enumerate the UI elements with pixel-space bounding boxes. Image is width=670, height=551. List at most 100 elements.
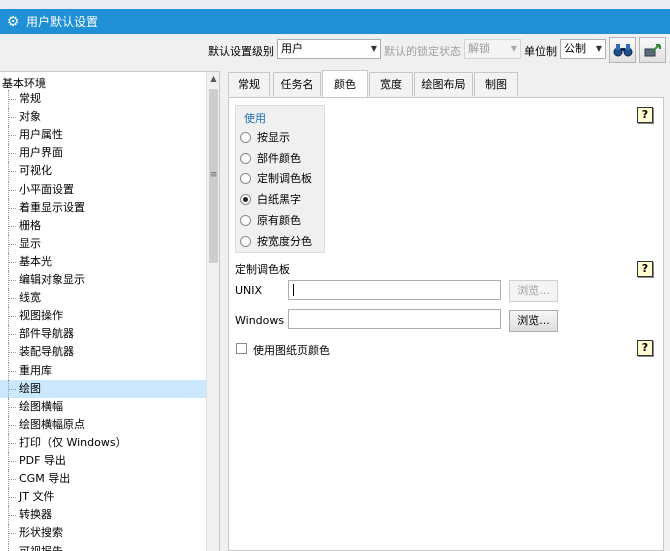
scroll-up-arrow-icon[interactable]: ▲	[207, 74, 219, 83]
chevron-down-icon: ▼	[510, 44, 517, 53]
help-icon[interactable]: ?	[637, 261, 653, 277]
tree-item-label: CGM 导出	[19, 472, 71, 486]
tree-item[interactable]: 绘图	[0, 379, 206, 398]
unit-system-select[interactable]: 公制 ▼	[560, 39, 606, 59]
unix-palette-field[interactable]	[288, 280, 501, 300]
tree-item[interactable]: 着重显示设置	[0, 198, 206, 217]
color-settings-panel: 使用 按显示 部件颜色 定制调色板 白纸黑字 原有颜色 按宽度分色 ? 定制调色…	[228, 97, 664, 551]
lock-state-select: 解锁 ▼	[464, 39, 521, 59]
tree-item-label: 栅格	[19, 218, 41, 232]
category-tree[interactable]: 基本环境 常规对象用户属性用户界面 可视化小平面设置着重显示设置 栅格显示基本光 编辑…	[0, 71, 220, 551]
tree-item[interactable]: 对象	[0, 108, 206, 127]
tree-item[interactable]: 常规	[0, 90, 206, 108]
tree-item[interactable]: 转换器	[0, 506, 206, 525]
help-icon[interactable]: ?	[637, 107, 653, 123]
tree-branch-line	[8, 261, 16, 263]
unix-browse-button: 浏览...	[509, 280, 558, 302]
tree-item[interactable]: 基本光	[0, 252, 206, 271]
help-icon[interactable]: ?	[637, 340, 653, 356]
tree-branch-line	[8, 243, 16, 245]
unix-label: UNIX	[235, 284, 263, 297]
tree-root-basic-environment[interactable]: 基本环境	[2, 75, 46, 91]
settings-toolbar: 默认设置级别 用户 ▼ 默认的锁定状态 解锁 ▼ 单位制 公制 ▼	[0, 34, 670, 68]
chevron-down-icon: ▼	[595, 44, 602, 53]
tree-item[interactable]: 栅格	[0, 216, 206, 235]
chevron-down-icon: ▼	[370, 44, 377, 53]
export-arrow-icon	[644, 44, 661, 57]
radio-circle	[240, 235, 251, 247]
tree-item-label: 形状搜索	[19, 526, 63, 540]
tree-branch-line	[8, 207, 16, 209]
tree-branch-line	[8, 515, 16, 517]
tree-branch-line	[8, 171, 16, 173]
tree-item[interactable]: 绘图横幅原点	[0, 415, 206, 434]
tab-task-name[interactable]: 任务名	[273, 72, 321, 96]
radio-label: 部件颜色	[257, 152, 301, 165]
tree-item[interactable]: 用户属性	[0, 126, 206, 145]
tree-item[interactable]: 视图操作	[0, 307, 206, 326]
radio-by-display[interactable]: 按显示	[240, 129, 290, 145]
tree-item-label: 常规	[19, 92, 41, 105]
tree-item[interactable]: CGM 导出	[0, 470, 206, 489]
radio-original-color[interactable]: 原有颜色	[240, 212, 301, 228]
tree-item[interactable]: 可视报告	[0, 542, 206, 551]
settings-level-select[interactable]: 用户 ▼	[277, 39, 381, 59]
tab-drawing-layout[interactable]: 绘图布局	[414, 72, 473, 96]
tree-item-label: 显示	[19, 236, 41, 250]
use-sheet-color-label[interactable]: 使用图纸页颜色	[253, 342, 330, 358]
tree-item[interactable]: 小平面设置	[0, 180, 206, 199]
radio-part-color[interactable]: 部件颜色	[240, 150, 301, 166]
tree-scrollbar[interactable]: ▲ ≡	[206, 72, 219, 551]
radio-by-width[interactable]: 按宽度分色	[240, 233, 312, 249]
tree-branch-line	[8, 298, 16, 300]
find-default-button[interactable]	[609, 37, 636, 63]
tree-item[interactable]: PDF 导出	[0, 452, 206, 470]
tree-item[interactable]: 可视化	[0, 162, 206, 181]
tree-branch-line	[8, 424, 16, 426]
tree-item-label: 打印（仅 Windows）	[19, 435, 127, 449]
use-sheet-color-checkbox[interactable]	[236, 343, 247, 354]
manage-defaults-button[interactable]	[639, 37, 666, 63]
tree-item-label: 用户属性	[19, 128, 63, 142]
radio-label: 按宽度分色	[257, 235, 312, 248]
tree-item-label: 小平面设置	[19, 182, 74, 196]
tree-item-label: 部件导航器	[19, 327, 74, 341]
unit-system-value: 公制	[564, 42, 586, 55]
tab-drafting[interactable]: 制图	[474, 72, 518, 96]
radio-circle-selected	[240, 193, 251, 205]
tab-general[interactable]: 常规	[228, 72, 270, 96]
tree-branch-line	[8, 352, 16, 354]
radio-circle	[240, 172, 251, 184]
tree-item[interactable]: 重用库	[0, 361, 206, 380]
radio-custom-palette[interactable]: 定制调色板	[240, 170, 312, 186]
dialog-title: 用户默认设置	[26, 15, 99, 29]
tree-item-label: PDF 导出	[19, 454, 66, 467]
tree-item[interactable]: 编辑对象显示	[0, 271, 206, 289]
tree-item-label: 绘图	[19, 381, 41, 395]
radio-circle	[240, 152, 251, 164]
tree-item[interactable]: 线宽	[0, 289, 206, 308]
settings-level-label: 默认设置级别	[208, 45, 274, 58]
tree-item[interactable]: 部件导航器	[0, 325, 206, 344]
tree-item[interactable]: 用户界面	[0, 144, 206, 163]
tree-item[interactable]: 打印（仅 Windows）	[0, 433, 206, 452]
tree-item[interactable]: 形状搜索	[0, 524, 206, 543]
tree-item[interactable]: JT 文件	[0, 488, 206, 507]
radio-black-on-white[interactable]: 白纸黑字	[240, 191, 301, 207]
tree-item[interactable]: 装配导航器	[0, 343, 206, 362]
tree-item-label: 可视化	[19, 164, 52, 178]
tree-item-label: 对象	[19, 110, 41, 124]
tree-branch-line	[8, 533, 16, 535]
windows-palette-field[interactable]	[288, 309, 501, 329]
dialog-titlebar: ⚙ 用户默认设置	[0, 9, 670, 34]
windows-browse-button[interactable]: 浏览...	[509, 310, 558, 332]
tree-branch-line	[8, 280, 16, 281]
tab-color[interactable]: 颜色	[322, 70, 368, 97]
tree-branch-line	[8, 135, 16, 137]
lock-state-label: 默认的锁定状态	[384, 45, 461, 58]
tree-item[interactable]: 显示	[0, 234, 206, 253]
tree-item[interactable]: 绘图横幅	[0, 397, 206, 416]
use-group: 使用 按显示 部件颜色 定制调色板 白纸黑字 原有颜色 按宽度分色	[235, 105, 325, 253]
tab-width[interactable]: 宽度	[369, 72, 413, 96]
radio-label: 定制调色板	[257, 172, 312, 185]
